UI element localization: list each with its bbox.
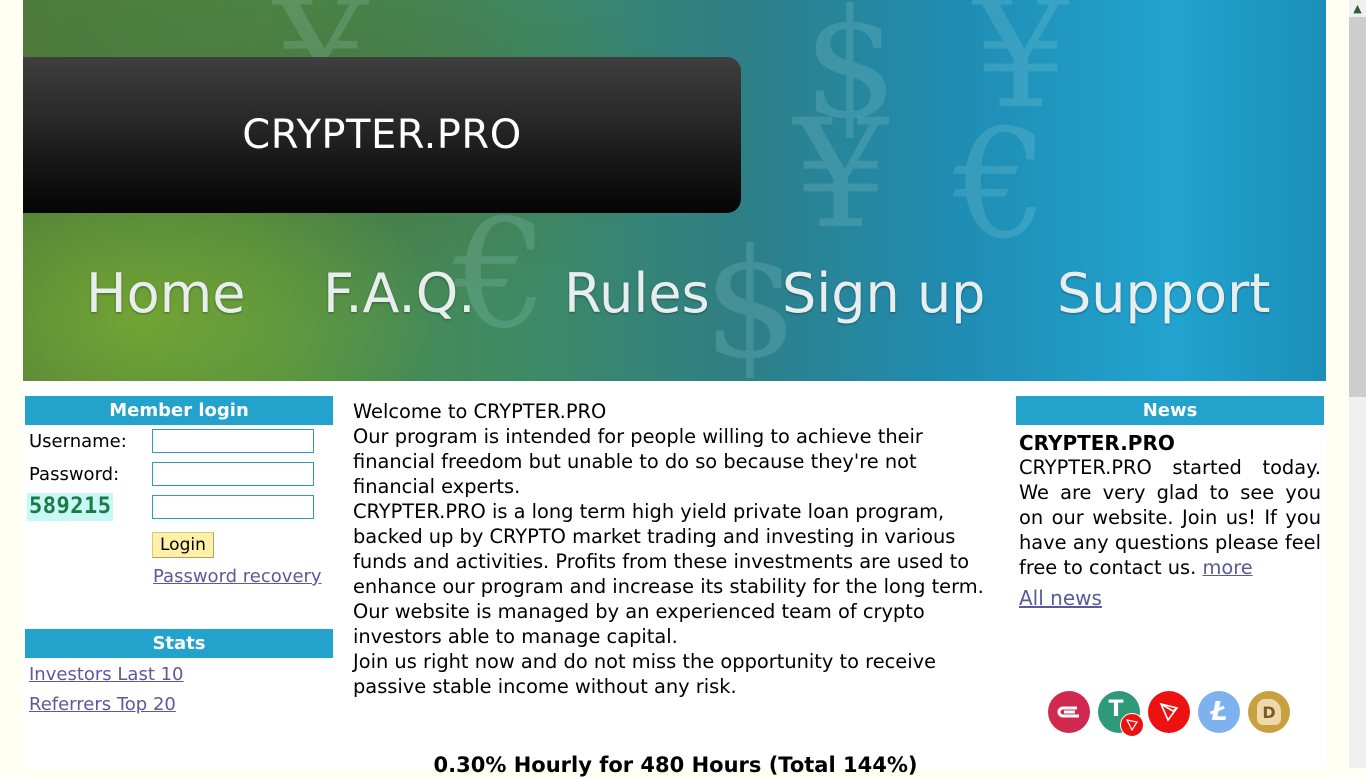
main-nav: Home F.A.Q. Rules Sign up Support [23, 262, 1326, 342]
plan-title: 0.30% Hourly for 480 Hours (Total 144%) [433, 753, 918, 777]
epaycore-icon [1048, 691, 1090, 733]
captcha-input[interactable] [152, 495, 314, 519]
investors-last-10-link[interactable]: Investors Last 10 [29, 662, 333, 688]
payment-icons: T Ł D [1048, 691, 1290, 737]
tron-icon [1148, 691, 1190, 733]
all-news-link[interactable]: All news [1019, 586, 1102, 610]
right-sidebar: News CRYPTER.PRO CRYPTER.PRO started tod… [1016, 396, 1324, 610]
nav-home[interactable]: Home [86, 262, 245, 325]
username-input[interactable] [152, 429, 314, 453]
join-paragraph: Join us right now and do not miss the op… [353, 650, 937, 698]
member-login-box: Member login Username: Password: 589215 … [25, 396, 333, 587]
header-banner: ¥ $ ¥ ¥ € € $ CRYPTER.PRO Home F.A.Q. Ru… [23, 0, 1326, 381]
vertical-scrollbar[interactable]: ▲ [1349, 0, 1366, 768]
intro-paragraph: Our program is intended for people willi… [353, 425, 923, 498]
nav-rules[interactable]: Rules [564, 262, 710, 325]
nav-sign-up[interactable]: Sign up [782, 262, 985, 325]
tron-badge-icon [1120, 713, 1144, 737]
captcha-row: 589215 [25, 491, 333, 524]
captcha-image: 589215 [27, 493, 114, 521]
usdt-trc20-icon: T [1098, 691, 1144, 737]
news-more-link[interactable]: more [1202, 556, 1252, 579]
main-content: Welcome to CRYPTER.PRO Our program is in… [353, 399, 998, 699]
dogecoin-icon: D [1248, 691, 1290, 733]
stats-box: Stats Investors Last 10 Referrers Top 20 [25, 629, 333, 718]
page-container: ¥ $ ¥ ¥ € € $ CRYPTER.PRO Home F.A.Q. Ru… [23, 0, 1326, 777]
site-logo[interactable]: CRYPTER.PRO [23, 57, 741, 213]
login-button[interactable]: Login [152, 532, 214, 558]
yen-glyph-decoration: ¥ [793, 88, 889, 262]
team-paragraph: Our website is managed by an experienced… [353, 600, 925, 648]
news-item-title: CRYPTER.PRO [1019, 431, 1175, 455]
scroll-thumb[interactable] [1349, 17, 1366, 397]
euro-glyph-decoration: € [953, 98, 1049, 272]
password-input[interactable] [152, 462, 314, 486]
password-recovery-link[interactable]: Password recovery [153, 566, 322, 587]
logo-bar: CRYPTER.PRO [23, 57, 741, 213]
username-label: Username: [29, 431, 127, 452]
stats-header: Stats [25, 629, 333, 658]
news-header: News [1016, 396, 1324, 425]
welcome-heading: Welcome to CRYPTER.PRO [353, 400, 607, 423]
password-row: Password: [25, 458, 333, 491]
left-sidebar: Member login Username: Password: 589215 … [25, 396, 333, 715]
program-paragraph: CRYPTER.PRO is a long term high yield pr… [353, 500, 984, 598]
member-login-header: Member login [25, 396, 333, 425]
referrers-top-20-link[interactable]: Referrers Top 20 [29, 692, 333, 718]
litecoin-icon: Ł [1198, 691, 1240, 733]
nav-faq[interactable]: F.A.Q. [323, 262, 475, 325]
scroll-up-arrow-icon[interactable]: ▲ [1349, 0, 1366, 17]
nav-support[interactable]: Support [1057, 262, 1270, 325]
username-row: Username: [25, 425, 333, 458]
password-label: Password: [29, 464, 120, 485]
news-item-text: CRYPTER.PRO started today. We are very g… [1019, 456, 1321, 579]
news-item-body: CRYPTER.PRO started today. We are very g… [1019, 455, 1321, 580]
